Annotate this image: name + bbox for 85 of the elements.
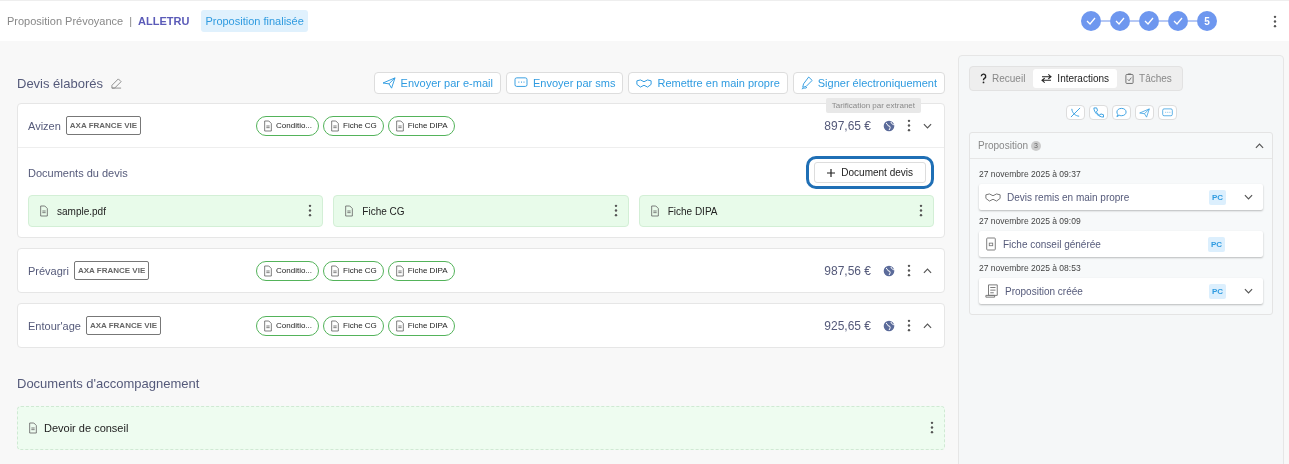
plus-icon — [827, 168, 836, 177]
scroll-icon — [985, 284, 999, 298]
file-icon — [394, 319, 405, 332]
file-icon — [330, 319, 341, 332]
tooltip: Tarification par extranet — [825, 98, 921, 113]
chevron-icon[interactable] — [923, 267, 932, 274]
document-chip[interactable]: Fiche DIPA — [387, 260, 455, 281]
more-icon[interactable] — [1273, 14, 1277, 28]
group-title[interactable]: Proposition — [978, 140, 1029, 151]
more-icon[interactable] — [308, 203, 313, 217]
user-badge: PC — [1208, 283, 1226, 299]
more-icon[interactable] — [919, 203, 923, 217]
document-chip[interactable]: Fiche CG — [323, 260, 384, 281]
document-tile[interactable]: sample.pdf — [28, 195, 324, 227]
help-icon — [980, 73, 987, 84]
event-item[interactable]: Devis remis en main propre PC — [979, 184, 1263, 210]
event-date: 27 novembre 2025 à 09:37 — [979, 169, 1082, 179]
product-name: Avizen — [28, 119, 61, 132]
price: 987,56 € — [824, 263, 871, 278]
file-icon — [330, 119, 341, 132]
price: 925,65 € — [824, 318, 871, 333]
document-chip[interactable]: Fiche CG — [323, 115, 384, 136]
subsection-title: Documents du devis — [28, 166, 128, 179]
file-icon — [263, 264, 273, 277]
globe-icon — [883, 264, 895, 277]
document-tile[interactable]: Devoir de conseil — [17, 406, 945, 450]
swap-icon — [1041, 74, 1053, 83]
insurer-tag: AXA FRANCE VIE — [73, 261, 150, 280]
file-icon — [330, 264, 341, 277]
event-item[interactable]: Proposition créée PC — [979, 278, 1263, 304]
chevron-icon[interactable] — [1244, 288, 1253, 294]
product-name: Entour'age — [28, 319, 81, 332]
document-icon — [985, 237, 997, 251]
document-chip[interactable]: Conditio... — [256, 260, 320, 281]
document-chip[interactable]: Conditio... — [256, 315, 320, 336]
more-icon[interactable] — [930, 420, 934, 434]
step-indicator[interactable] — [1139, 11, 1159, 31]
document-chip[interactable]: Fiche DIPA — [387, 315, 455, 336]
file-icon — [394, 119, 405, 132]
client-name: ALLETRU — [138, 15, 190, 27]
document-tile[interactable]: Fiche DIPA — [638, 195, 934, 227]
file-icon — [263, 119, 273, 132]
panel-tab[interactable]: Interactions — [1033, 69, 1118, 88]
section-title: Devis élaborés — [17, 75, 103, 91]
breadcrumb[interactable]: Proposition Prévoyance — [7, 15, 124, 27]
event-item[interactable]: Fiche conseil générée PC — [979, 231, 1263, 257]
document-chip[interactable]: Fiche CG — [323, 315, 384, 336]
price: 897,65 € — [824, 118, 871, 133]
document-icon — [344, 205, 355, 217]
status-badge: Proposition finalisée — [201, 10, 308, 32]
product-name: Prévagri — [28, 264, 69, 277]
document-chip[interactable]: Conditio... — [256, 115, 320, 136]
insurer-tag: AXA FRANCE VIE — [85, 316, 162, 335]
chevron-icon[interactable] — [1244, 194, 1253, 200]
more-icon[interactable] — [907, 119, 911, 132]
insurer-tag: AXA FRANCE VIE — [65, 116, 142, 135]
document-icon — [649, 205, 660, 217]
document-icon — [28, 422, 38, 434]
document-icon — [39, 205, 49, 217]
separator: | — [129, 15, 133, 27]
user-badge: PC — [1208, 189, 1226, 205]
more-icon[interactable] — [613, 203, 618, 217]
step-indicator[interactable] — [1110, 11, 1130, 31]
event-date: 27 novembre 2025 à 09:09 — [979, 216, 1082, 226]
step-indicator[interactable] — [1168, 11, 1188, 31]
document-chip[interactable]: Fiche DIPA — [387, 115, 455, 136]
pen-icon — [800, 76, 813, 90]
document-tile[interactable]: Fiche CG — [333, 195, 629, 227]
more-icon[interactable] — [907, 264, 911, 277]
more-icon[interactable] — [907, 319, 911, 332]
add-document-button[interactable]: Document devis — [814, 162, 926, 183]
user-badge: PC — [1207, 236, 1225, 252]
chevron-icon[interactable] — [923, 122, 932, 129]
chevron-icon[interactable] — [1255, 142, 1264, 149]
section-title: Documents d'accompagnement — [17, 376, 200, 391]
chevron-icon[interactable] — [923, 322, 932, 329]
event-date: 27 novembre 2025 à 08:53 — [979, 263, 1082, 273]
file-icon — [263, 319, 273, 332]
step-indicator[interactable] — [1081, 11, 1101, 31]
clipboard-icon — [1125, 73, 1135, 84]
chat-icon — [513, 77, 528, 89]
globe-icon — [883, 319, 895, 332]
paper-plane-icon — [381, 77, 396, 89]
file-icon — [394, 264, 405, 277]
globe-icon — [883, 119, 895, 132]
